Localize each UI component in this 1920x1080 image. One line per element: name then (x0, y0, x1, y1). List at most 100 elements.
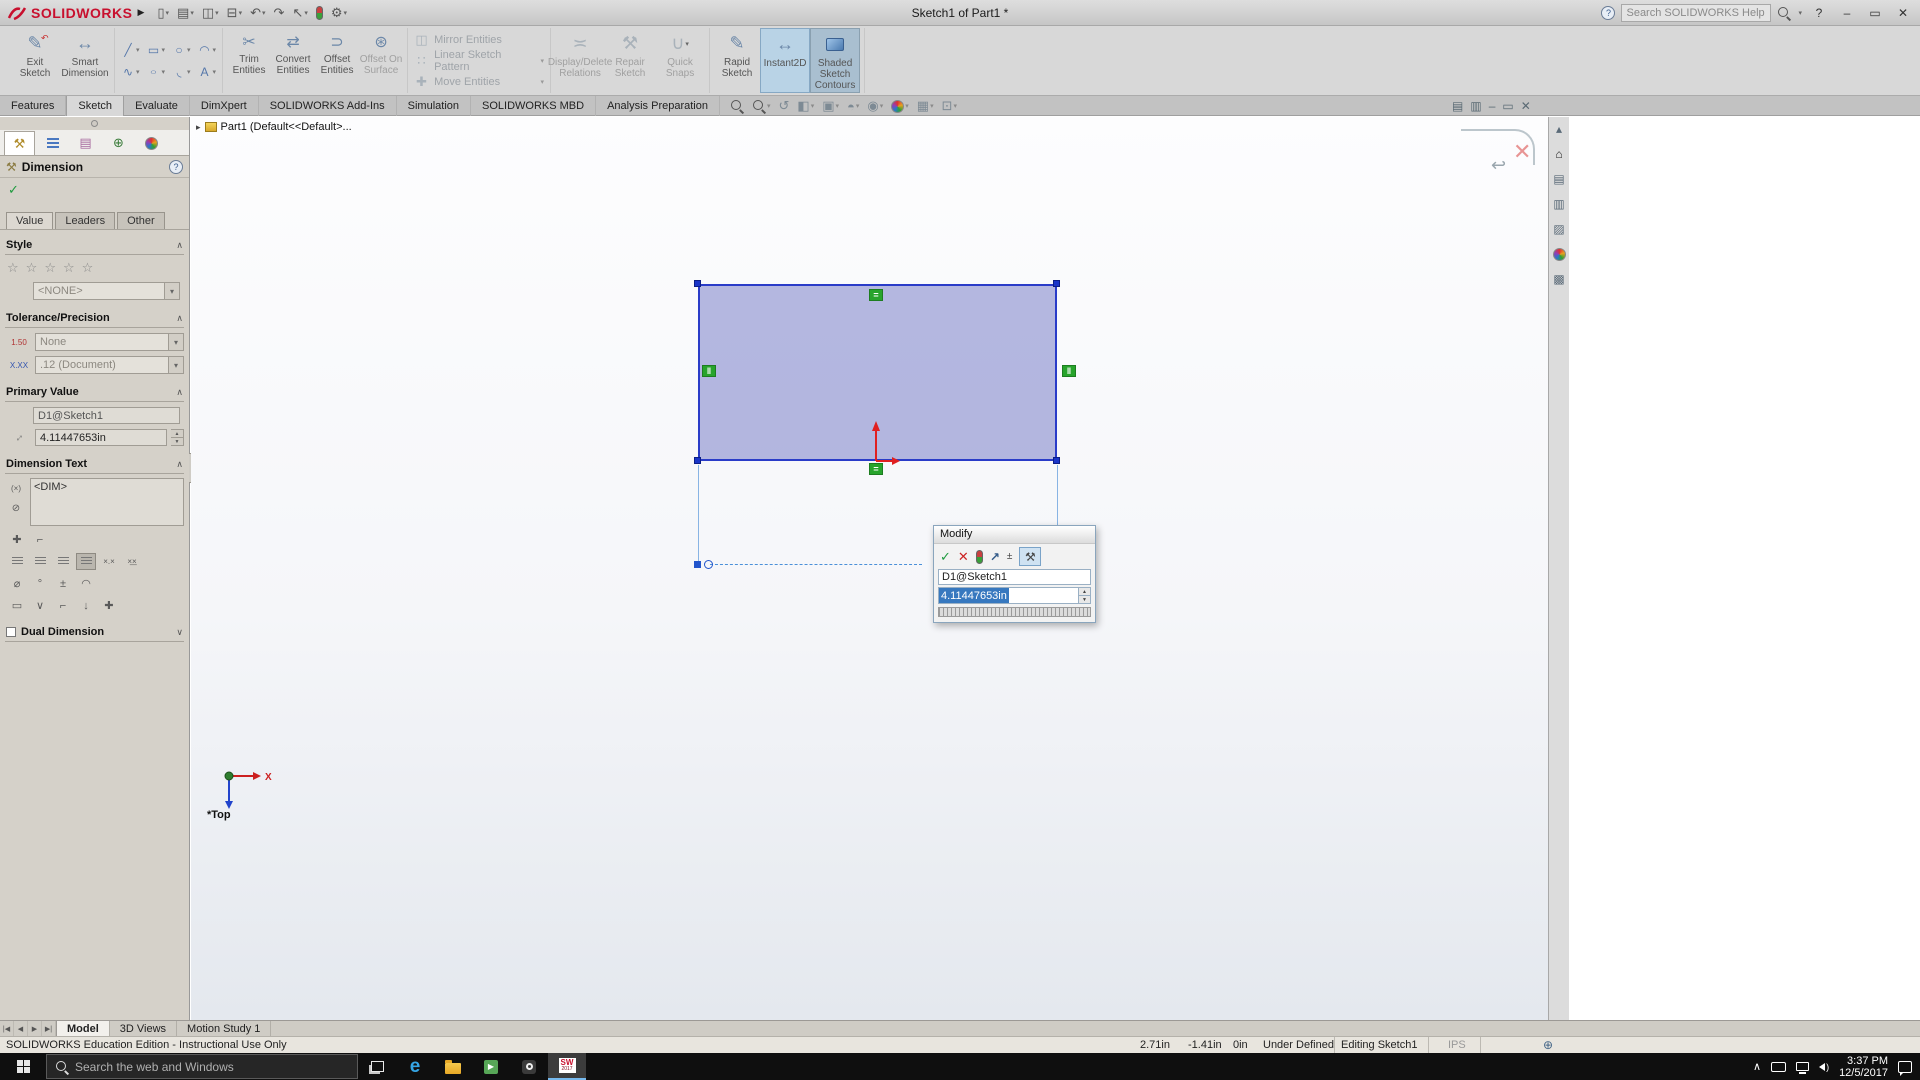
display-manager-tab[interactable] (136, 131, 167, 155)
tray-overflow-icon[interactable]: ∧ (1753, 1060, 1761, 1073)
dimension-text-section-header[interactable]: Dimension Text ∧ (5, 455, 184, 474)
task-view-button[interactable] (358, 1053, 396, 1080)
tab-dimxpert[interactable]: DimXpert (190, 96, 259, 116)
spline-tool-button[interactable]: ∿▾ (119, 63, 142, 80)
touch-keyboard-icon[interactable] (1771, 1062, 1786, 1072)
section-view-icon[interactable]: ◧▾ (795, 97, 816, 115)
save-icon[interactable]: ◫▾ (199, 3, 222, 23)
window-minimize-button[interactable]: – (1836, 3, 1858, 23)
tab-solidworks-mbd[interactable]: SOLIDWORKS MBD (471, 96, 596, 116)
text-above-line-icon[interactable]: ×.× (99, 553, 119, 570)
nav-last-icon[interactable]: ▶| (42, 1021, 56, 1036)
quick-snaps-button[interactable]: ∪▾ Quick Snaps (655, 28, 705, 93)
justify-left-icon[interactable] (7, 553, 27, 570)
window-maximize-button[interactable]: ▭ (1864, 3, 1886, 23)
globe-icon[interactable]: ⊕ (1543, 1038, 1553, 1052)
vertical-constraint-badge-left[interactable]: ‖ (702, 365, 716, 377)
doc-minimize-icon[interactable]: – (1489, 99, 1496, 113)
justify-right-icon[interactable] (53, 553, 73, 570)
action-center-icon[interactable] (1898, 1061, 1912, 1073)
linear-sketch-pattern-button[interactable]: ∷ Linear Sketch Pattern ▾ (412, 51, 546, 70)
help-button[interactable]: ? (1808, 3, 1830, 23)
solidworks-logo[interactable]: SOLIDWORKS ▶ (6, 5, 144, 21)
instant2d-button[interactable]: ↔ Instant2D (760, 28, 810, 93)
horizontal-constraint-badge-top[interactable]: = (869, 289, 883, 301)
undo-icon[interactable]: ↶▾ (247, 3, 268, 23)
media-app-icon[interactable]: ▶ (472, 1053, 510, 1080)
modify-dimension-value-field[interactable]: 4.11447653in ▲ ▼ (938, 587, 1091, 604)
zoom-to-area-icon[interactable]: ▾ (750, 97, 773, 115)
property-manager-tab[interactable]: ⚒ (4, 131, 35, 155)
dim-text-no-symbol-icon[interactable]: ⊘ (6, 500, 26, 517)
tolerance-dropdown[interactable]: None ▾ (35, 333, 184, 351)
start-button[interactable] (0, 1053, 46, 1080)
help-badge-icon[interactable]: ? (1601, 6, 1615, 20)
mark-for-drawing-icon[interactable]: ⚒ (1019, 547, 1041, 566)
rectangle-tool-button[interactable]: ▭▾ (145, 41, 168, 58)
doc-restore-icon[interactable]: ▭ (1502, 99, 1513, 113)
pm-help-icon[interactable]: ? (169, 160, 183, 174)
file-explorer-pane-icon[interactable]: ▥ (1551, 196, 1568, 212)
tolerance-section-header[interactable]: Tolerance/Precision ∧ (5, 309, 184, 328)
apply-default-style-icon[interactable]: ☆ (7, 260, 19, 276)
confirm-cancel-sketch-icon[interactable]: ✕ (1513, 139, 1531, 165)
new-document-icon[interactable]: ▯▾ (154, 3, 172, 23)
tab-leaders[interactable]: Leaders (55, 212, 115, 229)
style-dropdown[interactable]: <NONE> ▾ (33, 282, 180, 300)
modify-value-spinner[interactable]: ▲ ▼ (1078, 588, 1090, 603)
dimension-name-field[interactable]: D1@Sketch1 (33, 407, 180, 424)
volume-icon[interactable]: ) (1819, 1062, 1829, 1072)
rebuild-icon[interactable] (313, 3, 326, 23)
capture-app-icon[interactable] (510, 1053, 548, 1080)
tab-evaluate[interactable]: Evaluate (124, 96, 190, 116)
selected-value-text[interactable]: 4.11447653in (939, 588, 1009, 603)
dual-dimension-checkbox[interactable] (6, 627, 16, 637)
view-orientation-icon[interactable]: ▣▾ (820, 97, 841, 115)
tab-simulation[interactable]: Simulation (397, 96, 471, 116)
nav-next-icon[interactable]: ▶ (28, 1021, 42, 1036)
tab-features[interactable]: Features (0, 96, 66, 116)
more-symbols-icon[interactable]: ✚ (99, 597, 119, 614)
search-icon[interactable] (1777, 6, 1791, 20)
print-icon[interactable]: ⊟▾ (224, 3, 245, 23)
taskbar-search-box[interactable] (46, 1054, 358, 1079)
fillet-tool-button[interactable]: ◟▾ (170, 63, 193, 80)
feature-manager-tab[interactable] (37, 131, 68, 155)
feature-tree-root-label[interactable]: Part1 (Default<<Default>... (221, 121, 352, 133)
edit-appearance-icon[interactable]: ▾ (889, 97, 911, 115)
precision-dropdown[interactable]: .12 (Document) ▾ (35, 356, 184, 374)
delete-style-icon[interactable]: ☆ (44, 260, 56, 276)
save-style-icon[interactable]: ☆ (63, 260, 75, 276)
vertex-bottom-left[interactable] (694, 457, 701, 464)
doc-close-icon[interactable]: ✕ (1521, 99, 1531, 113)
reverse-direction-icon[interactable]: ↗ (990, 550, 1000, 564)
open-document-icon[interactable]: ▤▾ (174, 3, 197, 23)
dimension-anchor-point[interactable] (694, 561, 701, 568)
shaded-sketch-contours-button[interactable]: Shaded Sketch Contours (810, 28, 860, 93)
network-icon[interactable] (1796, 1062, 1809, 1071)
centerline-symbol-icon[interactable]: ◠ (76, 575, 96, 592)
plus-minus-symbol-icon[interactable]: ± (53, 575, 73, 592)
arc-tool-button[interactable]: ◠▾ (196, 41, 219, 58)
tab-sketch[interactable]: Sketch (66, 96, 124, 116)
value-spinner[interactable]: ▲ ▼ (171, 429, 184, 446)
load-style-icon[interactable]: ☆ (82, 260, 94, 276)
custom-properties-icon[interactable]: ▩ (1551, 271, 1568, 287)
countersink-symbol-icon[interactable]: ∨ (30, 597, 50, 614)
modify-rebuild-icon[interactable] (976, 550, 983, 564)
appearances-scenes-icon[interactable] (1551, 246, 1568, 262)
panel-collapse-handle[interactable] (0, 117, 189, 130)
zoom-to-fit-icon[interactable] (728, 97, 746, 115)
pm-ok-button[interactable]: ✓ (0, 178, 189, 202)
display-style-icon[interactable]: ◓▾ (845, 97, 861, 115)
edge-browser-icon[interactable]: e (396, 1053, 434, 1080)
previous-view-icon[interactable]: ↺ (777, 97, 792, 115)
redo-icon[interactable]: ↷ (271, 3, 288, 23)
solidworks-app-icon[interactable]: SW2017 (548, 1053, 586, 1080)
graphics-area[interactable]: ▸ Part1 (Default<<Default>... ↩ ✕ = = ‖ … (191, 117, 1548, 1020)
options-gear-icon[interactable]: ⚙▾ (328, 3, 350, 23)
text-position-icon[interactable] (76, 553, 96, 570)
help-search-input[interactable] (1621, 4, 1771, 22)
dual-dimension-header[interactable]: Dual Dimension ∨ (5, 623, 184, 642)
unit-system[interactable]: IPS (1448, 1039, 1466, 1051)
